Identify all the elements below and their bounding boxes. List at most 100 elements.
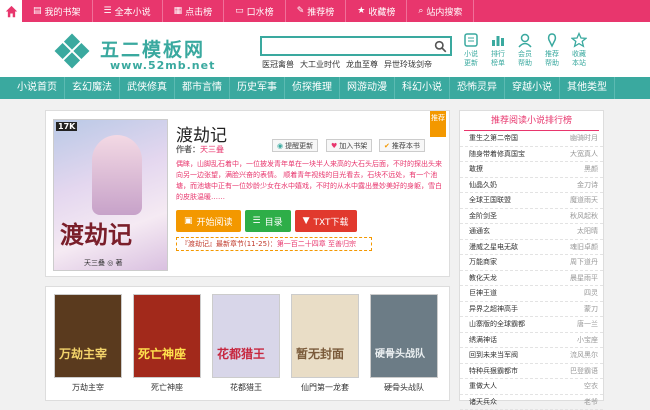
ranking-book-title[interactable]: 诸天兵众	[469, 395, 497, 410]
nav-item[interactable]: 恐怖灵异	[450, 77, 505, 99]
ranking-book-title[interactable]: 巨神王道	[469, 286, 497, 301]
quick-link[interactable]: 收藏本站	[568, 32, 590, 68]
ranking-book-author: 老爷	[584, 395, 598, 410]
recommended-book-cover[interactable]: 暂无封面	[291, 294, 359, 378]
recommended-book[interactable]: 死亡神座死亡神座	[133, 294, 201, 393]
ranking-row[interactable]: 重生之第二帝国幽骑时月	[460, 131, 603, 147]
remind-update-button[interactable]: ◉提醒更新	[272, 139, 318, 152]
latest-chapter-link[interactable]: 第一百二十四章 至善归宗	[277, 240, 356, 248]
favorite-icon	[571, 32, 587, 48]
hot-keyword[interactable]: 异世玲珑剑帝	[384, 59, 432, 70]
recommend-book-button[interactable]: ✔推荐本书	[379, 139, 425, 152]
ranking-row[interactable]: 仙晶久奶金刀诗	[460, 178, 603, 194]
nav-item[interactable]: 其他类型	[560, 77, 615, 99]
recommended-book-title[interactable]: 万劫主宰	[54, 382, 122, 393]
topbar-link[interactable]: ★收藏榜	[346, 0, 407, 22]
ranking-row[interactable]: 重做大人空衣	[460, 379, 603, 395]
search-icon[interactable]	[434, 40, 447, 53]
ranking-row[interactable]: 异界之超神高手蒙刀	[460, 302, 603, 318]
recommended-book-title[interactable]: 硬骨头战队	[370, 382, 438, 393]
recommended-book[interactable]: 万劫主宰万劫主宰	[54, 294, 122, 393]
topbar-link[interactable]: ▤我的书架	[22, 0, 93, 22]
ranking-book-title[interactable]: 教化天龙	[469, 271, 497, 286]
ranking-book-title[interactable]: 绣满神话	[469, 333, 497, 348]
recommended-book-cover[interactable]: 死亡神座	[133, 294, 201, 378]
topbar-link[interactable]: ▭口水榜	[224, 0, 286, 22]
ranking-row[interactable]: 山寨版的全球霸都唐一兰	[460, 317, 603, 333]
ranking-book-title[interactable]: 仙晶久奶	[469, 178, 497, 193]
site-logo[interactable]: 五二模板网 www.52mb.net	[50, 30, 250, 74]
ranking-book-title[interactable]: 敢撩	[469, 162, 483, 177]
recommended-book[interactable]: 硬骨头战队硬骨头战队	[370, 294, 438, 393]
site-url: www.52mb.net	[110, 59, 215, 72]
ranking-row[interactable]: 金阶剑圣 秋风起秋	[460, 209, 603, 225]
ranking-book-title[interactable]: 回到未来当军阀	[469, 348, 518, 363]
ranking-book-title[interactable]: 重做大人	[469, 379, 497, 394]
ranking-book-title[interactable]: 随身带着修真国宝	[469, 147, 525, 162]
author-name[interactable]: 天三叠	[200, 145, 224, 154]
ranking-row[interactable]: 漫威之星电无敌魂旧卓颜	[460, 240, 603, 256]
ranking-row[interactable]: 回到未来当军阀流风黑尔	[460, 348, 603, 364]
topbar-link[interactable]: ✎推荐榜	[286, 0, 347, 22]
quick-link[interactable]: 会员帮助	[514, 32, 536, 68]
nav-item[interactable]: 小说首页	[10, 77, 65, 99]
ranking-row[interactable]: 特种兵狠霸都市巴登霸语	[460, 364, 603, 380]
ranking-book-title[interactable]: 全球王国联盟	[469, 193, 511, 208]
ranking-book-title[interactable]: 万能商家	[469, 255, 497, 270]
ranking-book-author: 秋风起秋	[570, 209, 598, 224]
ranking-row[interactable]: 巨神王道四灵	[460, 286, 603, 302]
recommended-cover-text: 暂无封面	[296, 345, 344, 362]
recommended-book-cover[interactable]: 硬骨头战队	[370, 294, 438, 378]
add-bookshelf-button[interactable]: ♥加入书架	[326, 139, 372, 152]
nav-item[interactable]: 都市言情	[175, 77, 230, 99]
ranking-row[interactable]: 教化天龙晨星雨平	[460, 271, 603, 287]
home-button[interactable]	[0, 0, 22, 22]
recommended-book[interactable]: 花都猎王花都猎王	[212, 294, 280, 393]
topbar-link[interactable]: ⌕站内搜索	[407, 0, 474, 22]
ranking-row[interactable]: 通通玄太阳晴	[460, 224, 603, 240]
start-reading-button[interactable]: ▣开始阅读	[176, 210, 241, 232]
ranking-book-title[interactable]: 特种兵狠霸都市	[469, 364, 518, 379]
nav-item[interactable]: 历史军事	[230, 77, 285, 99]
cover-author: 天三叠 ◎ 著	[84, 258, 123, 268]
heart-icon: ♥	[331, 142, 337, 150]
ranking-row[interactable]: 绣满神话 小宝座	[460, 333, 603, 349]
ranking-row[interactable]: 全球王国联盟 魔道雨天	[460, 193, 603, 209]
recommended-book-cover[interactable]: 花都猎王	[212, 294, 280, 378]
recommended-book[interactable]: 暂无封面仙門第一龙套	[291, 294, 359, 393]
nav-item[interactable]: 科幻小说	[395, 77, 450, 99]
catalog-button[interactable]: ☰目录	[245, 210, 291, 232]
topbar-link[interactable]: ▦点击榜	[163, 0, 225, 22]
recommended-book-cover[interactable]: 万劫主宰	[54, 294, 122, 378]
quick-link[interactable]: 排行榜单	[487, 32, 509, 68]
quick-link[interactable]: 小说更新	[460, 32, 482, 68]
ranking-book-author: 小宝座	[577, 333, 598, 348]
txt-download-button[interactable]: ▼TXT下载	[295, 210, 357, 232]
recommended-book-title[interactable]: 死亡神座	[133, 382, 201, 393]
hot-keyword[interactable]: 龙血至尊	[346, 59, 378, 70]
quick-link[interactable]: 推荐帮助	[541, 32, 563, 68]
ranking-book-title[interactable]: 通通玄	[469, 224, 490, 239]
nav-item[interactable]: 玄幻魔法	[65, 77, 120, 99]
book-cover[interactable]: 17K 渡劫记 天三叠 ◎ 著	[53, 119, 168, 271]
nav-item[interactable]: 武侠修真	[120, 77, 175, 99]
ranking-book-title[interactable]: 重生之第二帝国	[469, 131, 518, 146]
recommended-book-title[interactable]: 花都猎王	[212, 382, 280, 393]
nav-item[interactable]: 侦探推理	[285, 77, 340, 99]
topbar-link[interactable]: ☰全本小说	[93, 0, 163, 22]
ranking-book-title[interactable]: 漫威之星电无敌	[469, 240, 518, 255]
ranking-row[interactable]: 随身带着修真国宝大宽真人	[460, 147, 603, 163]
ranking-book-title[interactable]: 金阶剑圣	[469, 209, 497, 224]
ranking-row[interactable]: 万能商家周下道丹	[460, 255, 603, 271]
ranking-row[interactable]: 敢撩黑颜	[460, 162, 603, 178]
ranking-book-author: 魔道雨天	[570, 193, 598, 208]
hot-keyword[interactable]: 医冠禽兽	[262, 59, 294, 70]
nav-item[interactable]: 网游动漫	[340, 77, 395, 99]
hot-keyword[interactable]: 大工业时代	[300, 59, 340, 70]
ranking-book-title[interactable]: 异界之超神高手	[469, 302, 518, 317]
ranking-row[interactable]: 诸天兵众 老爷	[460, 395, 603, 410]
recommended-book-title[interactable]: 仙門第一龙套	[291, 382, 359, 393]
nav-item[interactable]: 穿越小说	[505, 77, 560, 99]
ranking-book-title[interactable]: 山寨版的全球霸都	[469, 317, 525, 332]
search-input[interactable]	[262, 42, 427, 58]
